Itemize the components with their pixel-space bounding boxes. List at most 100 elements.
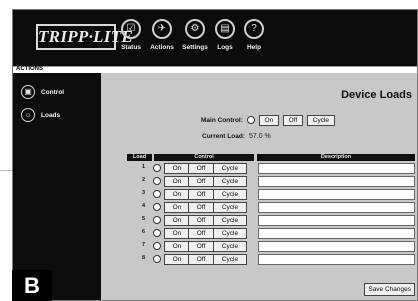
header-description: Description	[257, 154, 415, 161]
load-off-button[interactable]: Off	[188, 189, 214, 200]
main-control-row: Main Control: On Off Cycle	[201, 114, 335, 126]
load-on-button[interactable]: On	[164, 163, 190, 174]
load-description-input[interactable]	[258, 228, 415, 239]
load-cycle-button[interactable]: Cycle	[213, 189, 247, 200]
load-number: 6	[141, 229, 145, 235]
nav-settings[interactable]: ⚙ Settings	[179, 19, 211, 63]
browser-frame: TRIPP·LITE ☑ Status ✈ Actions ⚙ Settings…	[12, 9, 418, 301]
save-changes-button[interactable]: Save Changes	[364, 283, 415, 296]
divider	[0, 170, 12, 171]
load-on-button[interactable]: On	[164, 176, 190, 187]
loads-icon: ☼	[21, 108, 35, 122]
load-cycle-button[interactable]: Cycle	[213, 163, 247, 174]
table-row: 6 On Off Cycle	[101, 228, 417, 240]
actions-icon: ✈	[152, 19, 172, 39]
nav-logs[interactable]: ▤ Logs	[211, 19, 239, 63]
load-radio[interactable]	[153, 255, 161, 263]
load-off-button[interactable]: Off	[188, 202, 214, 213]
load-off-button[interactable]: Off	[188, 228, 214, 239]
nav-status[interactable]: ☑ Status	[117, 19, 145, 63]
load-number: 1	[141, 164, 145, 170]
load-off-button[interactable]: Off	[188, 163, 214, 174]
load-description-input[interactable]	[258, 202, 415, 213]
load-off-button[interactable]: Off	[188, 254, 214, 265]
nav-settings-label: Settings	[182, 44, 208, 51]
load-description-input[interactable]	[258, 254, 415, 265]
sidebar-item-control[interactable]: ▣ Control	[21, 84, 64, 100]
nav-help[interactable]: ? Help	[241, 19, 267, 63]
control-icon: ▣	[21, 85, 35, 99]
table-row: 8 On Off Cycle	[101, 254, 417, 266]
table-row: 1 On Off Cycle	[101, 163, 417, 175]
status-icon: ☑	[121, 19, 141, 39]
load-number: 3	[141, 190, 145, 196]
load-description-input[interactable]	[258, 163, 415, 174]
load-on-button[interactable]: On	[164, 189, 190, 200]
load-radio[interactable]	[153, 216, 161, 224]
page-title: Device Loads	[341, 89, 412, 101]
load-cycle-button[interactable]: Cycle	[213, 228, 247, 239]
section-title: ACTIONS	[16, 66, 43, 72]
load-on-button[interactable]: On	[164, 202, 190, 213]
load-number: 4	[141, 203, 145, 209]
load-description-input[interactable]	[258, 215, 415, 226]
nav-help-label: Help	[246, 44, 262, 51]
load-on-button[interactable]: On	[164, 241, 190, 252]
sidebar-item-loads[interactable]: ☼ Loads	[21, 107, 60, 123]
settings-icon: ⚙	[185, 19, 205, 39]
load-radio[interactable]	[153, 242, 161, 250]
current-load-label: Current Load:	[202, 132, 245, 140]
nav-status-label: Status	[121, 44, 141, 51]
table-row: 7 On Off Cycle	[101, 241, 417, 253]
load-number: 5	[141, 216, 145, 222]
brand-logo: TRIPP·LITE	[36, 24, 133, 50]
load-cycle-button[interactable]: Cycle	[213, 254, 247, 265]
screen: TRIPP·LITE ☑ Status ✈ Actions ⚙ Settings…	[0, 0, 418, 301]
top-navigation-bar: TRIPP·LITE ☑ Status ✈ Actions ⚙ Settings…	[13, 10, 417, 66]
load-radio[interactable]	[153, 229, 161, 237]
load-description-input[interactable]	[258, 189, 415, 200]
load-radio[interactable]	[153, 177, 161, 185]
header-control: Control	[154, 154, 254, 161]
table-row: 5 On Off Cycle	[101, 215, 417, 227]
load-cycle-button[interactable]: Cycle	[213, 241, 247, 252]
load-cycle-button[interactable]: Cycle	[213, 202, 247, 213]
load-off-button[interactable]: Off	[188, 215, 214, 226]
load-on-button[interactable]: On	[164, 215, 190, 226]
current-load-value: 57.0 %	[248, 132, 271, 140]
load-on-button[interactable]: On	[164, 228, 190, 239]
load-off-button[interactable]: Off	[188, 176, 214, 187]
table-row: 4 On Off Cycle	[101, 202, 417, 214]
load-on-button[interactable]: On	[164, 254, 190, 265]
logs-icon: ▤	[215, 19, 235, 39]
help-icon: ?	[244, 19, 264, 39]
table-row: 3 On Off Cycle	[101, 189, 417, 201]
table-row: 2 On Off Cycle	[101, 176, 417, 188]
current-load-row: Current Load: 57.0 %	[202, 131, 271, 141]
load-radio[interactable]	[153, 164, 161, 172]
load-radio[interactable]	[153, 203, 161, 211]
load-description-input[interactable]	[258, 176, 415, 187]
main-control-label: Main Control:	[201, 116, 243, 124]
load-number: 8	[141, 255, 145, 261]
main-on-button[interactable]: On	[258, 114, 279, 126]
main-cycle-button[interactable]: Cycle	[306, 114, 335, 126]
load-cycle-button[interactable]: Cycle	[213, 176, 247, 187]
main-control-radio[interactable]	[246, 116, 255, 124]
load-off-button[interactable]: Off	[188, 241, 214, 252]
load-description-input[interactable]	[258, 241, 415, 252]
load-radio[interactable]	[153, 190, 161, 198]
nav-actions-label: Actions	[150, 44, 174, 51]
load-number: 7	[141, 242, 145, 248]
main-off-button[interactable]: Off	[282, 114, 303, 126]
nav-logs-label: Logs	[217, 44, 233, 51]
main-content: Device Loads Main Control: On Off Cycle …	[101, 73, 417, 300]
nav-actions[interactable]: ✈ Actions	[147, 19, 177, 63]
figure-label: B	[12, 270, 52, 301]
load-cycle-button[interactable]: Cycle	[213, 215, 247, 226]
header-load: Load	[127, 154, 152, 161]
load-number: 2	[141, 177, 145, 183]
sidebar-item-label: Control	[41, 88, 65, 96]
sidebar: ▣ Control ☼ Loads	[13, 73, 101, 300]
sidebar-item-label: Loads	[41, 111, 61, 119]
